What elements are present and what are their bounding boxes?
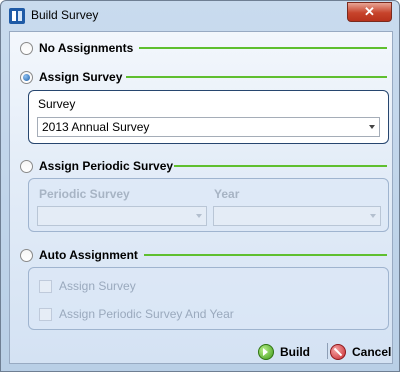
play-icon — [258, 344, 274, 360]
auto-assign-periodic-checkbox[interactable] — [39, 307, 52, 321]
button-separator — [327, 343, 328, 359]
periodic-survey-label: Periodic Survey — [39, 187, 130, 201]
auto-assign-survey-label: Assign Survey — [59, 279, 136, 293]
assign-survey-label: Assign Survey — [39, 70, 123, 84]
chevron-down-icon — [196, 214, 202, 218]
no-assignments-radio[interactable] — [20, 41, 33, 55]
dialog-body: No Assignments Assign Survey Survey 2013… — [9, 31, 393, 364]
periodic-survey-select[interactable] — [37, 206, 207, 226]
assign-survey-radio[interactable] — [20, 70, 33, 84]
cancel-icon — [330, 344, 346, 360]
survey-label: Survey — [38, 97, 76, 111]
auto-assignment-radio[interactable] — [20, 248, 33, 262]
auto-assignment-label: Auto Assignment — [39, 248, 138, 262]
cancel-button[interactable]: Cancel — [330, 344, 391, 360]
section-divider — [126, 76, 387, 78]
auto-assign-survey-checkbox[interactable] — [39, 279, 52, 293]
assign-survey-option[interactable]: Assign Survey — [20, 68, 122, 86]
dialog-window: Build Survey ✕ No Assignments Assign Sur… — [0, 0, 400, 372]
build-button-label: Build — [280, 345, 310, 359]
auto-assignment-option[interactable]: Auto Assignment — [20, 246, 138, 264]
year-label: Year — [214, 187, 240, 201]
window-title: Build Survey — [31, 8, 99, 22]
close-button[interactable]: ✕ — [347, 2, 392, 22]
no-assignments-option[interactable]: No Assignments — [20, 39, 133, 57]
section-divider — [139, 47, 387, 49]
section-divider — [144, 254, 387, 256]
assign-periodic-survey-radio[interactable] — [20, 159, 33, 173]
assign-periodic-survey-option[interactable]: Assign Periodic Survey — [20, 157, 173, 175]
auto-assign-survey-option[interactable]: Assign Survey — [39, 279, 136, 293]
year-select[interactable] — [213, 206, 381, 226]
chevron-down-icon — [369, 125, 375, 129]
assign-survey-group: Survey 2013 Annual Survey — [28, 90, 389, 144]
periodic-survey-group: Periodic Survey Year — [28, 178, 389, 232]
section-divider — [174, 165, 387, 167]
survey-select-value: 2013 Annual Survey — [42, 120, 150, 134]
cancel-button-label: Cancel — [352, 345, 392, 359]
no-assignments-label: No Assignments — [39, 41, 134, 55]
app-icon — [9, 8, 25, 24]
title-bar[interactable]: Build Survey ✕ — [1, 1, 399, 31]
assign-periodic-survey-label: Assign Periodic Survey — [39, 159, 174, 173]
chevron-down-icon — [370, 214, 376, 218]
auto-assign-periodic-option[interactable]: Assign Periodic Survey And Year — [39, 307, 234, 321]
auto-assignment-group: Assign Survey Assign Periodic Survey And… — [28, 267, 389, 330]
auto-assign-periodic-label: Assign Periodic Survey And Year — [59, 307, 234, 321]
survey-select[interactable]: 2013 Annual Survey — [37, 117, 380, 137]
build-button[interactable]: Build — [258, 344, 310, 360]
